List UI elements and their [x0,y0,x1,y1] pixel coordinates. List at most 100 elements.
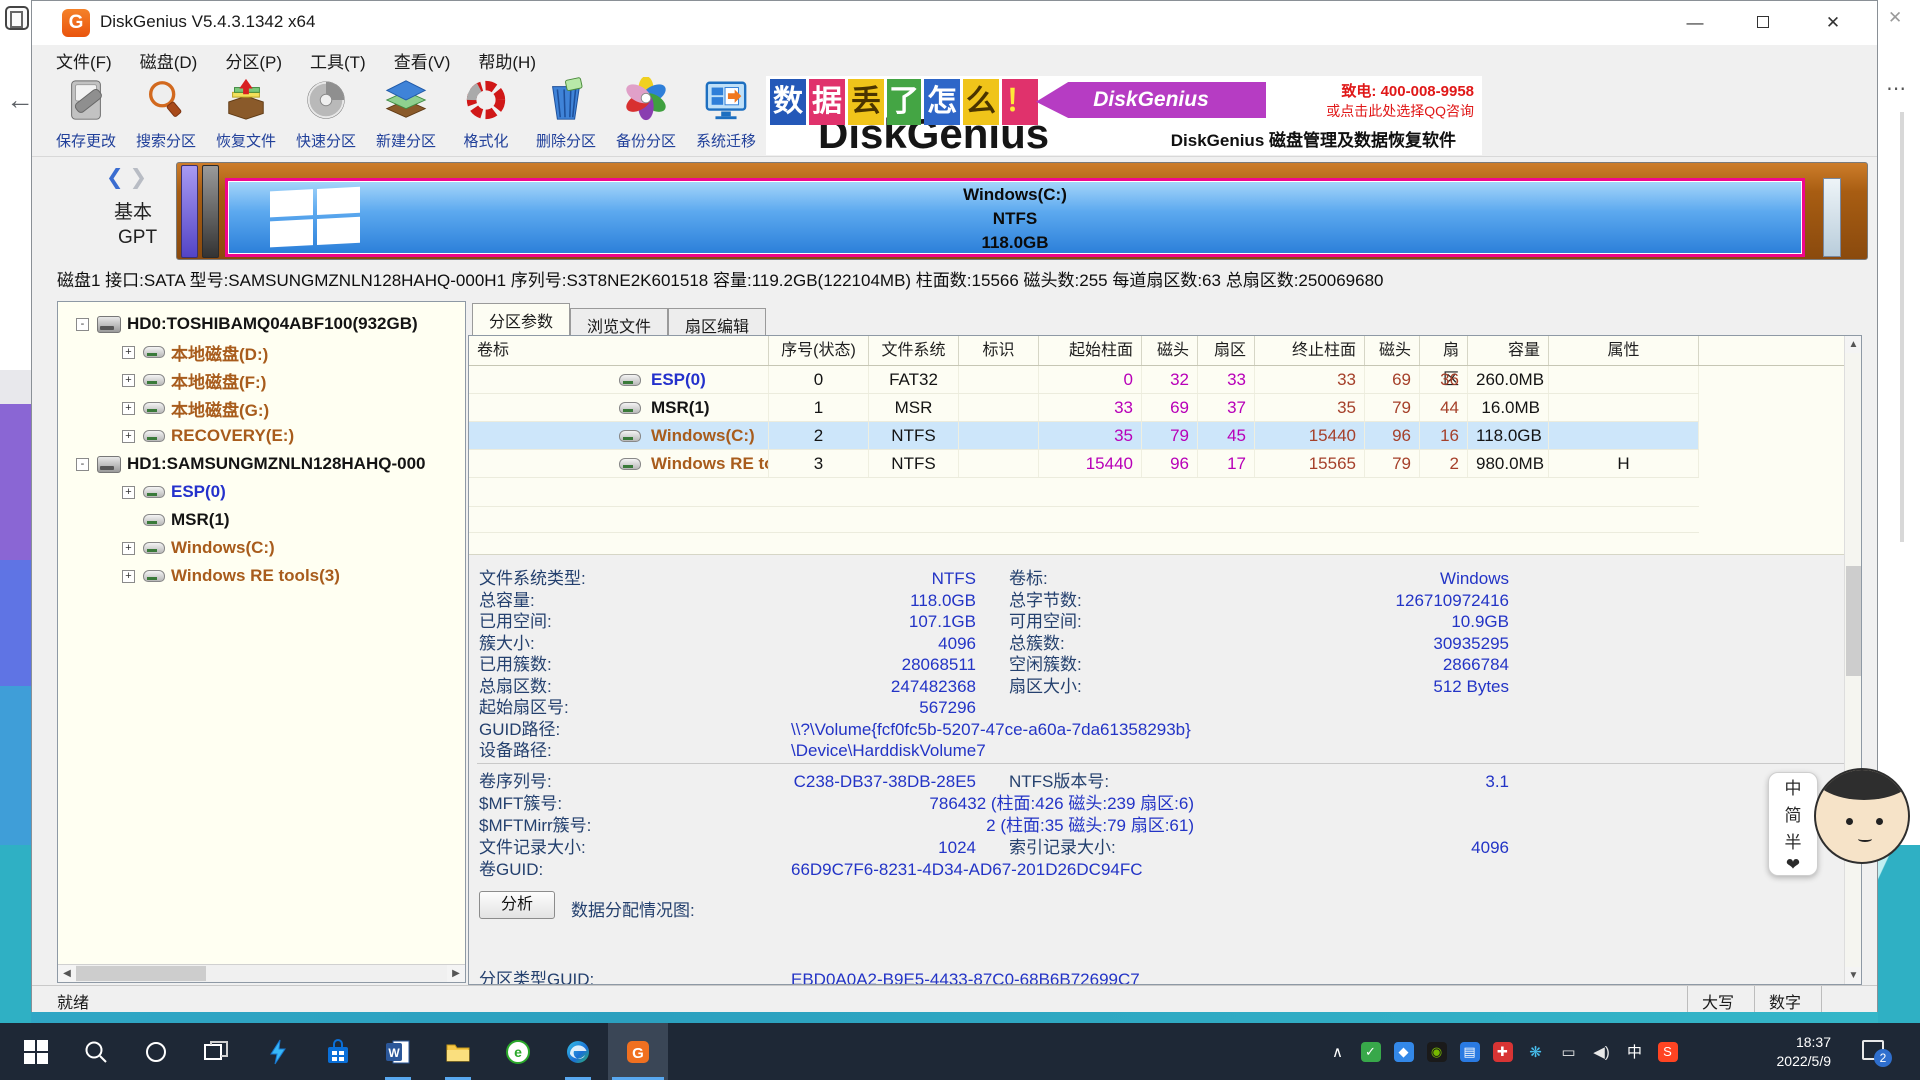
table-row-windows-c-[interactable]: Windows(C:)2NTFS357945154409616118.0GB [469,422,1699,450]
toolbar-button-new-partition[interactable]: 新建分区 [366,77,446,155]
sidebar-tray-icon[interactable]: ▭ [1553,1023,1584,1080]
defender-icon[interactable]: ✓ [1355,1023,1386,1080]
expand-icon[interactable]: + [122,570,135,583]
expand-icon[interactable]: + [122,402,135,415]
column-header-6[interactable]: 扇区 [1198,336,1255,365]
expand-icon[interactable]: + [122,346,135,359]
expand-icon[interactable]: + [122,430,135,443]
collapse-icon[interactable]: - [76,458,89,471]
prev-disk-arrow-icon[interactable]: ❮ [106,166,124,189]
tree-item-windows-re-tools-3-[interactable]: +Windows RE tools(3) [58,562,465,590]
tray-chevron-icon[interactable]: ∧ [1322,1023,1353,1080]
scroll-left-arrow-icon[interactable]: ◀ [58,965,76,982]
windows-c-partition-block[interactable]: Windows(C:) NTFS 118.0GB [225,178,1805,257]
details-vertical-scrollbar[interactable]: ▲ ▼ [1844,336,1861,984]
toolbar-button-save[interactable]: 保存更改 [46,77,126,155]
taskbar-clock[interactable]: 18:37 2022/5/9 [1735,1023,1831,1080]
qq-icon[interactable]: ▤ [1454,1023,1485,1080]
taskbar-app-bolt-app[interactable] [248,1023,308,1080]
menu-item-0[interactable]: 文件(F) [56,48,112,73]
column-header-7[interactable]: 终止柱面 [1255,336,1365,365]
column-header-10[interactable]: 容量 [1468,336,1549,365]
taskbar-app-browser360[interactable]: e [488,1023,548,1080]
column-header-3[interactable]: 标识 [959,336,1039,365]
tree-item-windows-c-[interactable]: +Windows(C:) [58,534,465,562]
volume-icon[interactable]: ◀) [1586,1023,1617,1080]
scroll-right-arrow-icon[interactable]: ▶ [447,965,465,982]
tree-item-hd0-toshibamq04abf100-932gb-[interactable]: -HD0:TOSHIBAMQ04ABF100(932GB) [58,310,465,338]
toolbar-button-recover-files[interactable]: 恢复文件 [206,77,286,155]
disk-nav-arrows[interactable]: ❮ ❯ [106,165,147,190]
toolbar-button-quick-partition[interactable]: 快速分区 [286,77,366,155]
tab-2[interactable]: 扇区编辑 [668,308,766,335]
column-header-1[interactable]: 序号(状态) [769,336,869,365]
tab-0[interactable]: 分区参数 [472,303,570,335]
expand-icon[interactable]: + [122,374,135,387]
shield-blue-icon[interactable]: ◆ [1388,1023,1419,1080]
sogou-icon[interactable]: S [1652,1023,1683,1080]
taskbar-app-diskgenius-taskbar[interactable]: G [608,1023,668,1080]
security-icon[interactable]: ✚ [1487,1023,1518,1080]
table-row-msr-1-[interactable]: MSR(1)1MSR33693735794416.0MB [469,394,1699,422]
tree-item-hd1-samsungmznln128hahq-000[interactable]: -HD1:SAMSUNGMZNLN128HAHQ-000 [58,450,465,478]
minimize-button[interactable]: — [1672,1,1718,45]
nvidia-icon[interactable]: ◉ [1421,1023,1452,1080]
analyze-button[interactable]: 分析 [479,891,555,919]
tree-item-recovery-e-[interactable]: +RECOVERY(E:) [58,422,465,450]
tree-item--f-[interactable]: +本地磁盘(F:) [58,366,465,394]
scroll-down-arrow-icon[interactable]: ▼ [1845,967,1862,984]
taskbar-app-word[interactable]: W [368,1023,428,1080]
tree-item--g-[interactable]: +本地磁盘(G:) [58,394,465,422]
close-button[interactable]: ✕ [1810,1,1856,45]
menu-item-5[interactable]: 帮助(H) [478,48,536,73]
ime-mode-icon[interactable]: 中 [1619,1023,1650,1080]
action-center-button[interactable]: 2 [1852,1023,1902,1080]
expand-icon[interactable]: + [122,486,135,499]
details-scrollbar-thumb[interactable] [1846,566,1861,676]
column-header-4[interactable]: 起始柱面 [1039,336,1142,365]
column-header-11[interactable]: 属性 [1549,336,1699,365]
menu-item-1[interactable]: 磁盘(D) [140,48,198,73]
back-arrow-icon[interactable]: ← [6,84,34,116]
table-row-windows-re-tools-3-[interactable]: Windows RE tools(3)3NTFS1544096171556579… [469,450,1699,478]
column-header-0[interactable]: 卷标 [469,336,769,365]
tree-horizontal-scrollbar[interactable]: ◀ ▶ [58,964,465,982]
tree-item-esp-0-[interactable]: +ESP(0) [58,478,465,506]
maximize-button[interactable] [1740,1,1786,45]
column-header-9[interactable]: 扇区 [1420,336,1468,365]
taskbar-app-store[interactable] [308,1023,368,1080]
column-header-5[interactable]: 磁头 [1142,336,1198,365]
ime-status-box[interactable]: 中简半❤ [1768,772,1818,876]
collapse-icon[interactable]: - [76,318,89,331]
taskbar-app-edge[interactable] [548,1023,608,1080]
scroll-up-arrow-icon[interactable]: ▲ [1845,336,1862,353]
re-tools-partition-strip[interactable] [1823,178,1841,257]
toolbar-button-system-migrate[interactable]: 系统迁移 [686,77,766,155]
snowflake-icon[interactable]: ❋ [1520,1023,1551,1080]
toolbar-button-delete-partition[interactable]: 删除分区 [526,77,606,155]
tree-item-msr-1-[interactable]: MSR(1) [58,506,465,534]
msr-partition-strip[interactable] [202,165,219,258]
toolbar-button-backup-partition[interactable]: 备份分区 [606,77,686,155]
ad-banner[interactable]: DiskGenius 数据丢了怎么！ DiskGenius 致电: 400-00… [766,76,1482,155]
table-row-esp-0-[interactable]: ESP(0)0FAT3203233336936260.0MB [469,366,1699,394]
menu-item-4[interactable]: 查看(V) [394,48,451,73]
cortana-icon[interactable] [128,1023,184,1080]
taskbar-search-icon[interactable] [68,1023,124,1080]
taskview-icon[interactable] [188,1023,244,1080]
banner-qq-link[interactable]: 或点击此处选择QQ咨询 [1326,101,1474,121]
taskbar-app-explorer[interactable] [428,1023,488,1080]
esp-partition-strip[interactable] [181,165,198,258]
column-header-2[interactable]: 文件系统 [869,336,959,365]
menu-item-3[interactable]: 工具(T) [310,48,366,73]
next-disk-arrow-icon[interactable]: ❯ [129,166,147,189]
column-header-8[interactable]: 磁头 [1365,336,1420,365]
tab-1[interactable]: 浏览文件 [570,308,668,335]
menu-item-2[interactable]: 分区(P) [225,48,282,73]
tree-scrollbar-thumb[interactable] [76,966,206,981]
tree-item--d-[interactable]: +本地磁盘(D:) [58,338,465,366]
toolbar-button-format[interactable]: 格式化 [446,77,526,155]
expand-icon[interactable]: + [122,542,135,555]
start-icon[interactable] [8,1023,64,1080]
toolbar-button-search-partition[interactable]: 搜索分区 [126,77,206,155]
